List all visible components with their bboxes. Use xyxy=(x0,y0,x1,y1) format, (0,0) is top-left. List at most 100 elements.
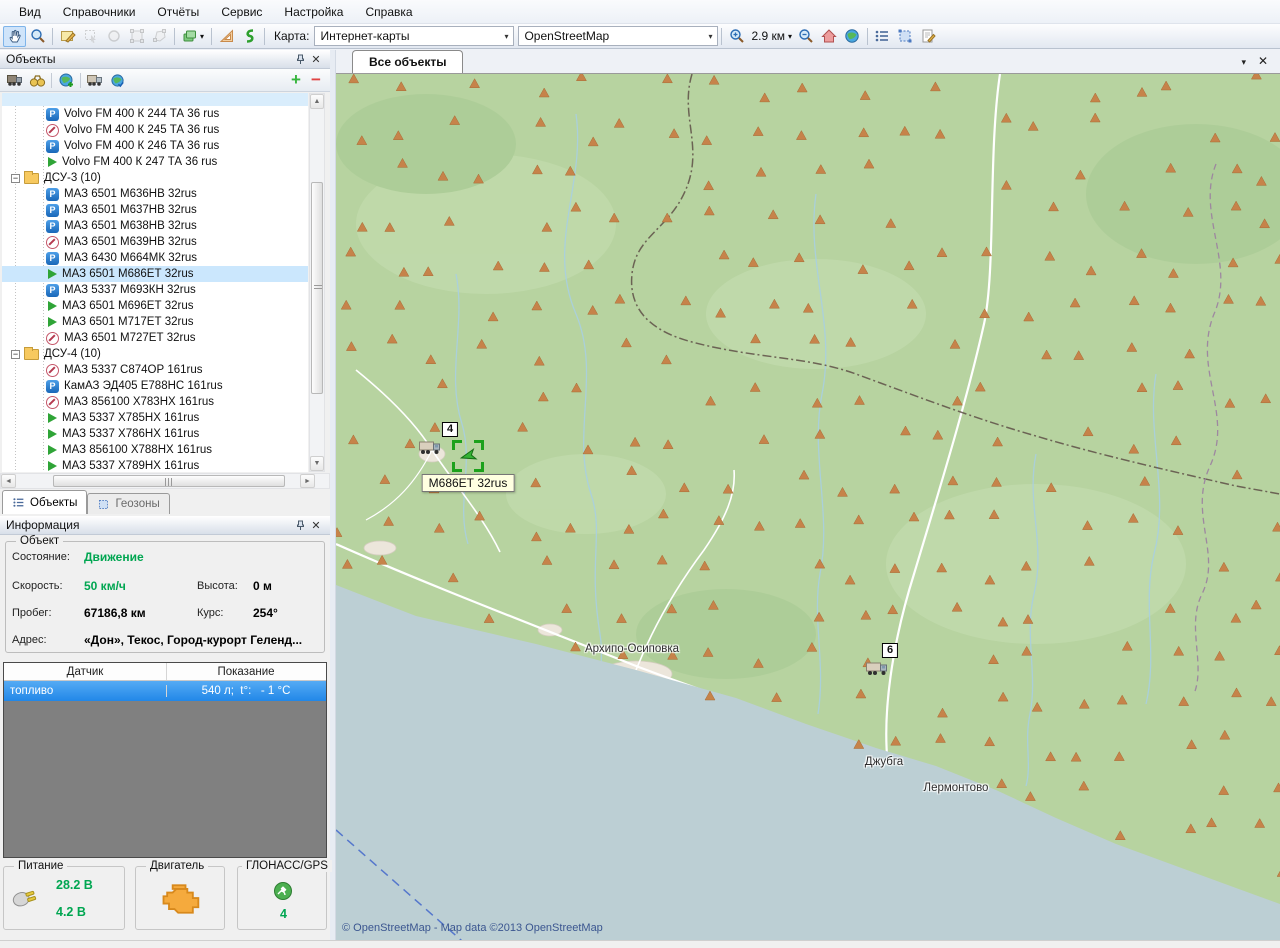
map-edit-button[interactable] xyxy=(56,26,79,47)
map-tab-close-icon[interactable]: ✕ xyxy=(1258,54,1268,68)
status-offline-icon xyxy=(46,124,59,137)
menu-settings[interactable]: Настройка xyxy=(273,0,354,24)
tab-list-caret-icon[interactable]: ▾ xyxy=(1241,57,1246,68)
scrollbar-thumb[interactable] xyxy=(53,475,285,487)
truck-marker[interactable] xyxy=(866,661,890,676)
menu-view[interactable]: Вид xyxy=(8,0,52,24)
tree-vehicle-row[interactable]: МАЗ 5337 С874ОР 161rus xyxy=(2,362,308,378)
notes-button[interactable] xyxy=(917,26,940,47)
tree-vehicle-row[interactable]: МАЗ 5337 Х786НХ 161rus xyxy=(2,426,308,442)
menu-help[interactable]: Справка xyxy=(354,0,423,24)
separator xyxy=(174,28,175,45)
tree-vehicle-row[interactable]: Volvo FM 400 К 247 ТА 36 rus xyxy=(2,154,308,170)
map-tab-all-objects[interactable]: Все объекты xyxy=(352,50,463,73)
menu-service[interactable]: Сервис xyxy=(210,0,273,24)
selected-vehicle-marker[interactable] xyxy=(452,440,484,472)
add-vehicle-button[interactable] xyxy=(4,70,26,90)
scroll-up-icon[interactable]: ▲ xyxy=(310,94,324,109)
status-offline-icon xyxy=(46,332,59,345)
home-icon xyxy=(821,28,837,44)
polygon-tool-button[interactable] xyxy=(148,26,171,47)
tree-vehicle-row[interactable]: МАЗ 5337 Х789НХ 161rus xyxy=(2,458,308,472)
zoom-out-icon xyxy=(798,28,814,44)
scroll-right-icon[interactable]: ► xyxy=(300,474,315,488)
ruler-button[interactable] xyxy=(215,26,238,47)
globe-track-button[interactable] xyxy=(106,70,128,90)
zoom-button[interactable] xyxy=(26,26,49,47)
gps-satellite-count: 4 xyxy=(280,907,287,921)
menu-directories[interactable]: Справочники xyxy=(52,0,147,24)
collapse-icon[interactable]: − xyxy=(11,350,20,359)
tree-vehicle-row[interactable]: PМАЗ 6501 М637НВ 32rus xyxy=(2,202,308,218)
tab-geozones[interactable]: Геозоны xyxy=(87,493,169,514)
scroll-left-icon[interactable]: ◄ xyxy=(1,474,16,488)
collapse-icon[interactable]: − xyxy=(11,174,20,183)
sensor-table: ДатчикПоказание топливо540 л; t°: - 1 °C xyxy=(3,662,327,858)
tree-vehicle-row[interactable]: Volvo FM 400 К 245 ТА 36 rus xyxy=(2,122,308,138)
expand-all-button[interactable]: + xyxy=(286,70,306,90)
sensor-value: 540 л; t°: - 1 °C xyxy=(167,685,325,697)
region-button[interactable] xyxy=(894,26,917,47)
pan-button[interactable] xyxy=(3,26,26,47)
tree-folder-row[interactable]: −ДСУ-3 (10) xyxy=(2,170,308,186)
state-label: Состояние: xyxy=(12,551,70,563)
tab-objects[interactable]: Объекты xyxy=(2,490,87,514)
main-toolbar: ▾ Карта: Интернет-карты▾ OpenStreetMap▾ … xyxy=(0,24,1280,49)
tree-vehicle-row[interactable]: PКамАЗ ЭД405 Е788НС 161rus xyxy=(2,378,308,394)
tree-vehicle-row[interactable]: МАЗ 6501 М727ЕТ 32rus xyxy=(2,330,308,346)
legend-button[interactable] xyxy=(871,26,894,47)
mileage-label: Пробег: xyxy=(12,607,52,619)
add-vehicle-icon xyxy=(7,74,24,87)
close-icon[interactable]: ✕ xyxy=(308,52,324,66)
collapse-all-button[interactable]: − xyxy=(306,70,326,90)
truck-view-button[interactable] xyxy=(84,70,106,90)
select-object-button[interactable] xyxy=(79,26,102,47)
zoom-in-button[interactable] xyxy=(725,26,748,47)
tree-vehicle-row[interactable]: PМАЗ 6501 М638НВ 32rus xyxy=(2,218,308,234)
tree-vehicle-row[interactable]: PVolvo FM 400 К 246 ТА 36 rus xyxy=(2,138,308,154)
circle-tool-button[interactable] xyxy=(102,26,125,47)
scroll-down-icon[interactable]: ▼ xyxy=(310,456,324,471)
vehicle-label: МАЗ 5337 Х786НХ 161rus xyxy=(62,428,199,440)
menu-reports[interactable]: Отчёты xyxy=(146,0,210,24)
status-parked-icon: P xyxy=(46,108,59,121)
tree-vehicle-row[interactable]: МАЗ 6501 М717ЕТ 32rus xyxy=(2,314,308,330)
zoom-out-button[interactable] xyxy=(795,26,818,47)
tree-vehicle-row[interactable]: МАЗ 856100 Х783НХ 161rus xyxy=(2,394,308,410)
map-scale-dropdown[interactable]: 2.9 км▾ xyxy=(748,29,795,43)
tree-vertical-scrollbar[interactable]: ▲ ▼ xyxy=(309,93,325,472)
tree-vehicle-row[interactable]: PVolvo FM 400 К 244 ТА 36 rus xyxy=(2,106,308,122)
tree-vehicle-row[interactable]: PМАЗ 5337 М693КН 32rus xyxy=(2,282,308,298)
tree-vehicle-row[interactable]: МАЗ 6501 М686ЕТ 32rus xyxy=(2,266,308,282)
rectangle-tool-icon xyxy=(129,28,145,44)
vehicle-label: МАЗ 5337 М693КН 32rus xyxy=(64,284,196,296)
scrollbar-thumb[interactable] xyxy=(311,182,323,394)
pin-icon[interactable] xyxy=(292,518,308,532)
rectangle-tool-button[interactable] xyxy=(125,26,148,47)
map-type-combobox[interactable]: OpenStreetMap▾ xyxy=(518,26,718,46)
sensor-row[interactable]: топливо540 л; t°: - 1 °C xyxy=(4,681,326,701)
tree-vehicle-row[interactable]: МАЗ 6501 М696ЕТ 32rus xyxy=(2,298,308,314)
tree-folder-row[interactable]: −ДСУ-4 (10) xyxy=(2,346,308,362)
globe-button[interactable] xyxy=(841,26,864,47)
search-button[interactable] xyxy=(26,70,48,90)
tree-vehicle-row[interactable]: МАЗ 6501 М639НВ 32rus xyxy=(2,234,308,250)
tree-partial-row[interactable] xyxy=(2,93,308,106)
tree-vehicle-row[interactable]: МАЗ 856100 Х788НХ 161rus xyxy=(2,442,308,458)
tree-vehicle-row[interactable]: PМАЗ 6430 М664МК 32rus xyxy=(2,250,308,266)
track-button[interactable] xyxy=(238,26,261,47)
tree-horizontal-scrollbar[interactable]: ◄ ► xyxy=(0,473,330,489)
status-moving-icon xyxy=(48,269,57,279)
close-icon[interactable]: ✕ xyxy=(308,518,324,532)
map-edit-icon xyxy=(60,28,76,44)
pin-icon[interactable] xyxy=(292,52,308,66)
tree-vehicle-row[interactable]: PМАЗ 6501 М636НВ 32rus xyxy=(2,186,308,202)
layers-button[interactable]: ▾ xyxy=(178,26,208,47)
home-button[interactable] xyxy=(818,26,841,47)
map-canvas[interactable]: Архипо-ОсиповкаДжубгаЛермонтово4М686ЕТ 3… xyxy=(336,74,1280,940)
map-provider-combobox[interactable]: Интернет-карты▾ xyxy=(314,26,514,46)
truck-marker[interactable] xyxy=(419,440,443,455)
show-all-on-map-button[interactable] xyxy=(55,70,77,90)
place-label: Архипо-Осиповка xyxy=(585,643,679,655)
tree-vehicle-row[interactable]: МАЗ 5337 Х785НХ 161rus xyxy=(2,410,308,426)
